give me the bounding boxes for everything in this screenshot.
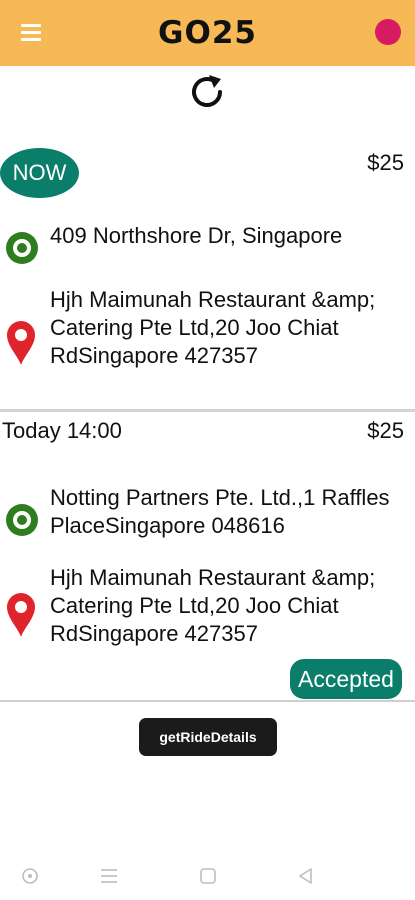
assistant-circle-icon[interactable] [19, 865, 41, 887]
destination-pin-icon [7, 593, 35, 637]
home-icon[interactable] [197, 865, 219, 887]
destination-pin-icon [7, 321, 35, 365]
recent-apps-icon[interactable] [98, 865, 120, 887]
accepted-status-badge[interactable]: Accepted [290, 659, 402, 699]
ride-card[interactable]: Today 14:00 $25 Notting Partners Pte. Lt… [0, 414, 415, 702]
ride-time: Today 14:00 [2, 418, 122, 443]
app-title: GO25 [158, 15, 257, 51]
destination-address: Hjh Maimunah Restaurant &amp; Catering P… [50, 565, 376, 646]
status-indicator-dot[interactable] [375, 19, 401, 45]
pickup-location-icon [6, 504, 38, 536]
ride-card[interactable]: NOW $25 409 Northshore Dr, Singapore Hjh… [0, 140, 415, 412]
pickup-address: Notting Partners Pte. Ltd.,1 Raffles Pla… [50, 485, 390, 538]
now-badge: NOW [0, 148, 79, 198]
pickup-address: 409 Northshore Dr, Singapore [50, 223, 343, 248]
hamburger-menu-icon[interactable] [18, 22, 44, 44]
back-icon[interactable] [295, 865, 317, 887]
system-navigation-bar [0, 855, 415, 895]
refresh-icon[interactable] [187, 72, 227, 112]
destination-address: Hjh Maimunah Restaurant &amp; Catering P… [50, 287, 376, 368]
toast-message: getRideDetails [139, 718, 277, 756]
app-header: GO25 [0, 0, 415, 66]
pickup-location-icon [6, 232, 38, 264]
ride-price: $25 [367, 418, 404, 443]
ride-price: $25 [367, 150, 404, 175]
